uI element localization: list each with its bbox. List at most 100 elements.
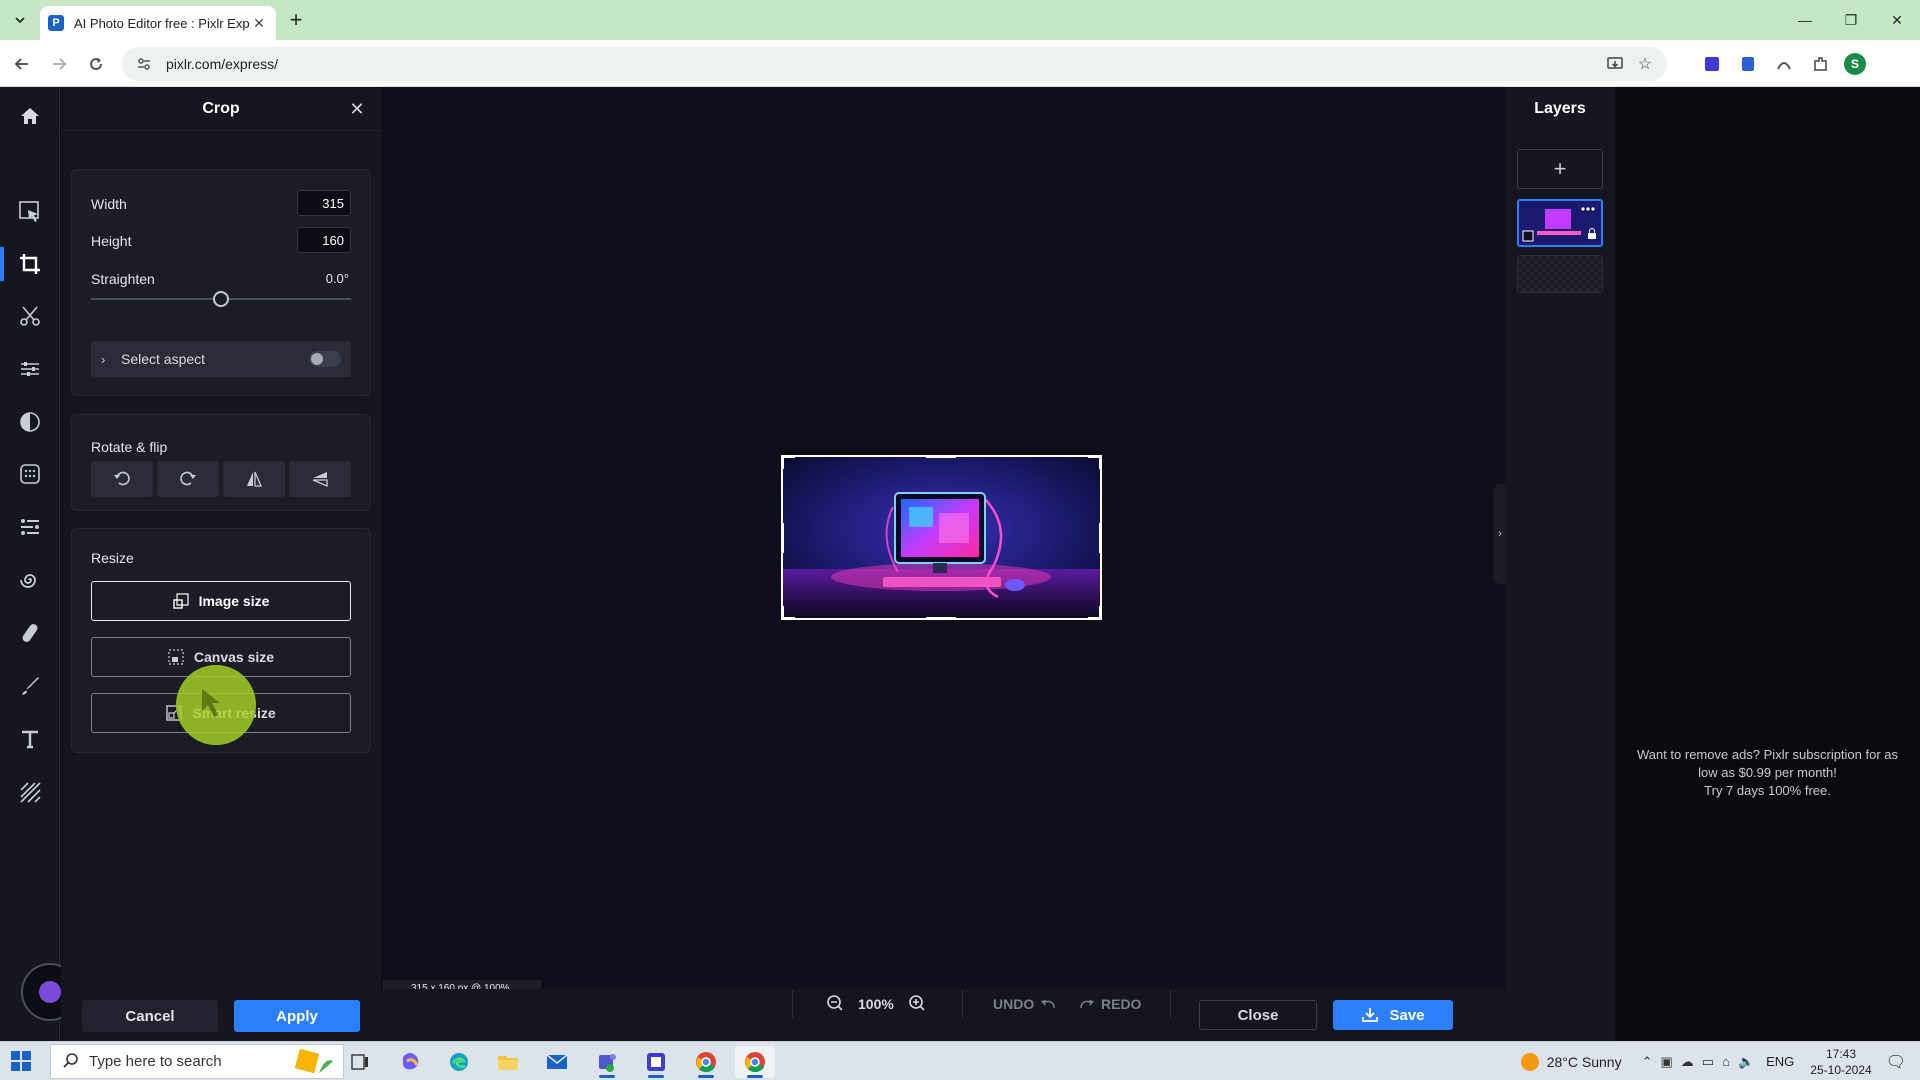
aspect-toggle[interactable] <box>309 351 341 367</box>
close-button[interactable]: Close <box>1199 1000 1317 1030</box>
teams-tray-icon[interactable]: ▣ <box>1660 1054 1672 1070</box>
crop-handle-left[interactable] <box>781 523 784 553</box>
image-size-button[interactable]: Image size <box>91 581 351 621</box>
system-tray: 28°C Sunny ⌃ ▣ ☁ ▭ ⌂ 🔈 ENG 17:43 25-10-2… <box>1520 1042 1920 1080</box>
crop-panel-header: Crop ✕ <box>61 87 381 131</box>
crop-handle-bottom-right[interactable] <box>1099 606 1102 620</box>
zoom-level[interactable]: 100% <box>858 996 894 1012</box>
reload-icon[interactable] <box>82 50 110 78</box>
rotate-flip-label: Rotate & flip <box>91 439 168 455</box>
tab-search-icon[interactable] <box>8 8 32 32</box>
forward-icon[interactable] <box>45 50 73 78</box>
profile-avatar[interactable]: S <box>1844 53 1866 75</box>
browser-tab[interactable]: P AI Photo Editor free : Pixlr Express ✕ <box>40 6 276 40</box>
onedrive-icon[interactable]: ☁ <box>1681 1054 1694 1070</box>
arrange-tool-icon[interactable] <box>0 189 60 235</box>
extension-icon[interactable] <box>1772 52 1796 76</box>
edge-icon[interactable] <box>439 1046 479 1078</box>
effects-tool-icon[interactable] <box>0 451 60 497</box>
file-explorer-icon[interactable] <box>488 1046 528 1078</box>
extensions-puzzle-icon[interactable] <box>1808 52 1832 76</box>
crop-handle-top[interactable] <box>926 455 956 458</box>
liquify-tool-icon[interactable] <box>0 557 60 603</box>
crop-handle-top-right[interactable] <box>1099 455 1102 469</box>
mail-icon[interactable] <box>537 1046 577 1078</box>
text-tool-icon[interactable] <box>0 716 60 762</box>
apply-button[interactable]: Apply <box>234 1000 360 1032</box>
flip-horizontal-button[interactable] <box>223 461 285 497</box>
display-icon[interactable]: ▭ <box>1702 1054 1714 1070</box>
browser-menu-icon[interactable]: ⋮ <box>1878 52 1902 76</box>
site-info-icon[interactable] <box>134 54 154 74</box>
select-aspect-label: Select aspect <box>121 351 206 367</box>
close-panel-icon[interactable]: ✕ <box>347 99 367 119</box>
height-input[interactable]: 160 <box>297 227 351 253</box>
volume-icon[interactable]: 🔈 <box>1738 1054 1754 1070</box>
width-input[interactable]: 315 <box>297 190 351 216</box>
rotate-right-button[interactable] <box>157 461 219 497</box>
network-icon[interactable]: ⌂ <box>1722 1054 1730 1070</box>
select-aspect-row[interactable]: › Select aspect <box>91 341 351 377</box>
back-icon[interactable] <box>8 50 36 78</box>
crop-handle-right[interactable] <box>1099 523 1102 553</box>
copilot-icon[interactable] <box>390 1046 430 1078</box>
task-view-icon[interactable] <box>340 1046 380 1078</box>
pinned-app-icon[interactable] <box>636 1046 676 1078</box>
minimize-icon[interactable]: — <box>1782 0 1828 40</box>
canvas-size-icon <box>168 649 184 665</box>
address-bar[interactable]: pixlr.com/express/ ☆ <box>122 47 1667 81</box>
straighten-slider-handle[interactable] <box>213 291 229 307</box>
extension-icon[interactable] <box>1700 52 1724 76</box>
close-tab-icon[interactable]: ✕ <box>250 14 268 32</box>
search-icon <box>63 1052 79 1072</box>
crop-frame[interactable] <box>781 455 1102 620</box>
rotate-left-button[interactable] <box>91 461 153 497</box>
chevron-up-icon[interactable]: ⌃ <box>1642 1054 1653 1070</box>
cutout-tool-icon[interactable] <box>0 293 60 339</box>
adjust-tool-icon[interactable] <box>0 346 60 392</box>
image-size-icon <box>172 593 189 609</box>
taskbar-search[interactable]: Type here to search <box>50 1044 344 1079</box>
flip-vertical-button[interactable] <box>289 461 351 497</box>
elements-tool-icon[interactable] <box>0 504 60 550</box>
windows-start-icon[interactable] <box>10 1050 32 1072</box>
cancel-button[interactable]: Cancel <box>82 1000 218 1032</box>
extensions-area: S ⋮ <box>1700 50 1902 78</box>
width-label: Width <box>91 196 127 212</box>
weather-widget[interactable]: 28°C Sunny <box>1520 1052 1622 1071</box>
zoom-out-icon[interactable] <box>826 994 844 1015</box>
crop-handle-bottom-left[interactable] <box>781 606 784 620</box>
bookmark-star-icon[interactable]: ☆ <box>1635 54 1655 74</box>
zoom-in-icon[interactable] <box>908 994 926 1015</box>
add-layer-button[interactable]: + <box>1517 149 1603 189</box>
undo-button[interactable]: UNDO <box>993 988 1056 1020</box>
template-tool-icon[interactable] <box>0 769 60 815</box>
ad-panel: Want to remove ads? Pixlr subscription f… <box>1615 87 1920 1041</box>
teams-icon[interactable] <box>587 1046 627 1078</box>
chrome-icon[interactable] <box>686 1046 726 1078</box>
layer-item[interactable] <box>1517 199 1603 247</box>
extension-icon[interactable] <box>1736 52 1760 76</box>
clock[interactable]: 17:43 25-10-2024 <box>1810 1046 1871 1078</box>
crop-handle-top-left[interactable] <box>781 455 784 469</box>
pixlr-favicon-icon: P <box>48 15 64 31</box>
language-indicator[interactable]: ENG <box>1766 1054 1794 1069</box>
redo-button[interactable]: REDO <box>1079 988 1141 1020</box>
new-tab-button[interactable]: + <box>284 7 308 32</box>
restore-icon[interactable]: ❐ <box>1828 0 1874 40</box>
install-app-icon[interactable] <box>1605 54 1625 74</box>
ad-message[interactable]: Want to remove ads? Pixlr subscription f… <box>1615 746 1920 800</box>
save-button[interactable]: Save <box>1333 1000 1453 1030</box>
chrome-active-icon[interactable] <box>735 1046 775 1078</box>
notifications-icon[interactable]: 🗨 <box>1886 1052 1906 1072</box>
retouch-tool-icon[interactable] <box>0 610 60 656</box>
draw-tool-icon[interactable] <box>0 663 60 709</box>
background-layer-item[interactable] <box>1517 255 1603 293</box>
crop-tool-icon[interactable] <box>0 241 60 287</box>
filter-tool-icon[interactable] <box>0 399 60 445</box>
home-icon[interactable] <box>0 93 60 139</box>
close-window-icon[interactable]: ✕ <box>1874 0 1920 40</box>
layers-panel: Layers + <box>1505 87 1615 1041</box>
crop-handle-bottom[interactable] <box>926 617 956 620</box>
canvas-area <box>381 87 1505 988</box>
